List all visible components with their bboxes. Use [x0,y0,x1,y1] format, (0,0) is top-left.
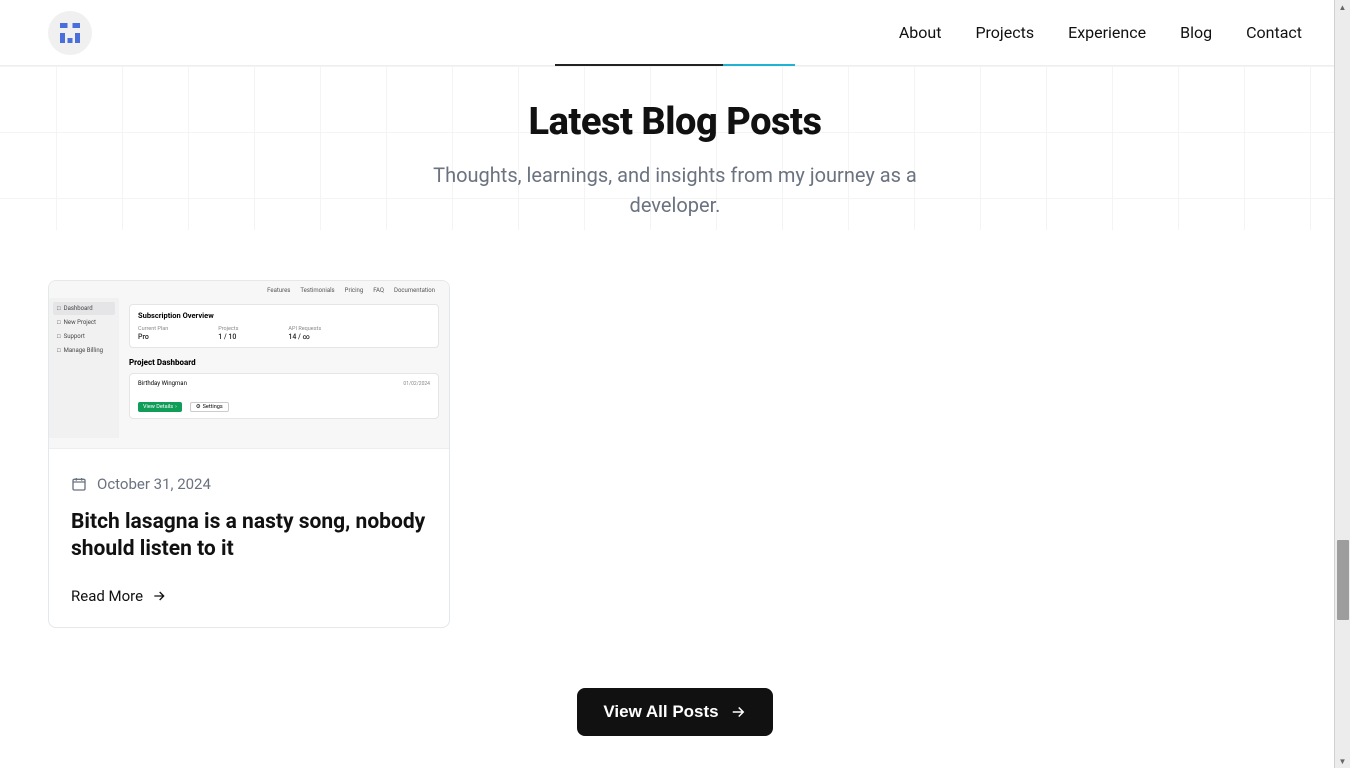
nav-about[interactable]: About [899,23,942,42]
thumb-tab-faq: FAQ [373,287,384,294]
thumb-proj-name: Birthday Wingman [138,380,187,387]
thumb-projects-val: 1 / 10 [218,333,236,341]
thumb-side-billing: Manage Billing [53,344,115,357]
page-title: Latest Blog Posts [0,100,1350,144]
arrow-right-icon [151,588,167,604]
thumb-tab-docs: Documentation [394,287,435,294]
view-all-label: View All Posts [603,702,718,722]
calendar-icon [71,476,87,492]
nav-contact[interactable]: Contact [1246,23,1302,42]
thumb-proj-date: 01/02/2024 [403,381,430,387]
thumb-api-val: 14 / ∞ [288,333,309,341]
scrollbar[interactable]: ▲ ▼ [1334,0,1350,768]
scrollbar-thumb[interactable] [1337,540,1349,620]
blog-date: October 31, 2024 [97,475,211,493]
thumb-tab-pricing: Pricing [345,287,364,294]
view-all-posts-button[interactable]: View All Posts [577,688,772,736]
nav-blog[interactable]: Blog [1180,23,1212,42]
divider-accent [555,64,795,66]
blog-thumbnail: Features Testimonials Pricing FAQ Docume… [49,281,449,449]
read-more-label: Read More [71,587,143,605]
thumb-api-lbl: API Requests [288,326,321,332]
thumb-side-new-project: New Project [53,316,115,329]
thumb-side-dashboard: Dashboard [53,302,115,315]
thumb-projects-lbl: Projects [218,326,238,332]
thumb-sub-title: Subscription Overview [138,311,430,320]
thumb-tab-testimonials: Testimonials [300,287,334,294]
scroll-up-icon[interactable]: ▲ [1335,0,1350,14]
thumb-settings-btn: ⚙ Settings [190,402,229,412]
nav-projects[interactable]: Projects [975,23,1034,42]
thumb-plan-lbl: Current Plan [138,326,168,332]
blog-title: Bitch lasagna is a nasty song, nobody sh… [71,509,427,564]
logo[interactable] [48,11,92,55]
blog-card[interactable]: Features Testimonials Pricing FAQ Docume… [48,280,450,628]
thumb-side-support: Support [53,330,115,343]
thumb-dash-title: Project Dashboard [129,358,439,367]
thumb-tab-features: Features [267,287,290,294]
thumb-view-details-btn: View Details › [138,402,182,412]
thumb-plan-val: Pro [138,333,149,341]
read-more-link[interactable]: Read More [71,587,167,605]
nav-experience[interactable]: Experience [1068,23,1146,42]
arrow-right-icon [729,703,747,721]
scroll-down-icon[interactable]: ▼ [1335,754,1350,768]
page-subtitle: Thoughts, learnings, and insights from m… [425,160,925,220]
